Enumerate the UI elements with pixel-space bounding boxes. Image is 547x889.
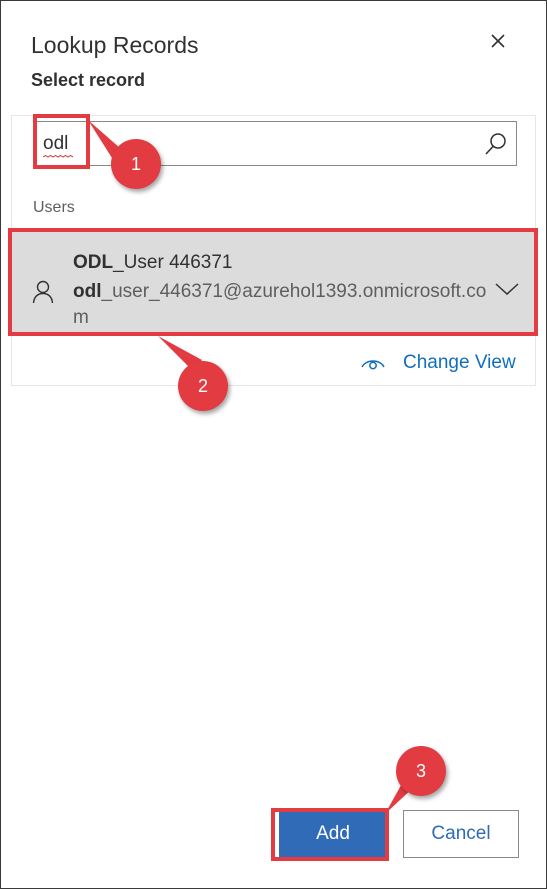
expand-button[interactable] (494, 281, 520, 297)
section-label-users: Users (33, 199, 75, 216)
result-row[interactable]: ODL_User 446371 odl_user_446371@azurehol… (12, 231, 535, 334)
cancel-button[interactable]: Cancel (403, 810, 519, 858)
person-icon (32, 280, 54, 304)
chevron-down-icon (495, 283, 519, 296)
close-button[interactable] (484, 27, 512, 55)
search-box (33, 121, 517, 166)
result-email-match: odl (73, 281, 102, 302)
result-name-match: ODL (73, 252, 114, 273)
search-button[interactable] (483, 131, 509, 157)
dialog-subtitle: Select record (31, 70, 146, 90)
add-button[interactable]: Add (279, 810, 387, 858)
result-name: ODL_User 446371 (73, 252, 232, 274)
close-icon (491, 34, 505, 48)
change-view-button[interactable]: Change View (361, 350, 516, 376)
search-icon (485, 133, 506, 155)
change-view-label: Change View (403, 352, 516, 373)
result-email: odl_user_446371@azurehol1393.onmicrosoft… (73, 279, 497, 331)
result-name-rest: _User 446371 (113, 252, 233, 273)
search-input[interactable] (43, 131, 463, 157)
result-email-rest: _user_446371@azurehol1393.onmicrosoft.co… (73, 281, 487, 328)
eye-icon (361, 355, 385, 371)
spellcheck-squiggle (43, 155, 73, 158)
dialog-title: Lookup Records (31, 32, 199, 58)
